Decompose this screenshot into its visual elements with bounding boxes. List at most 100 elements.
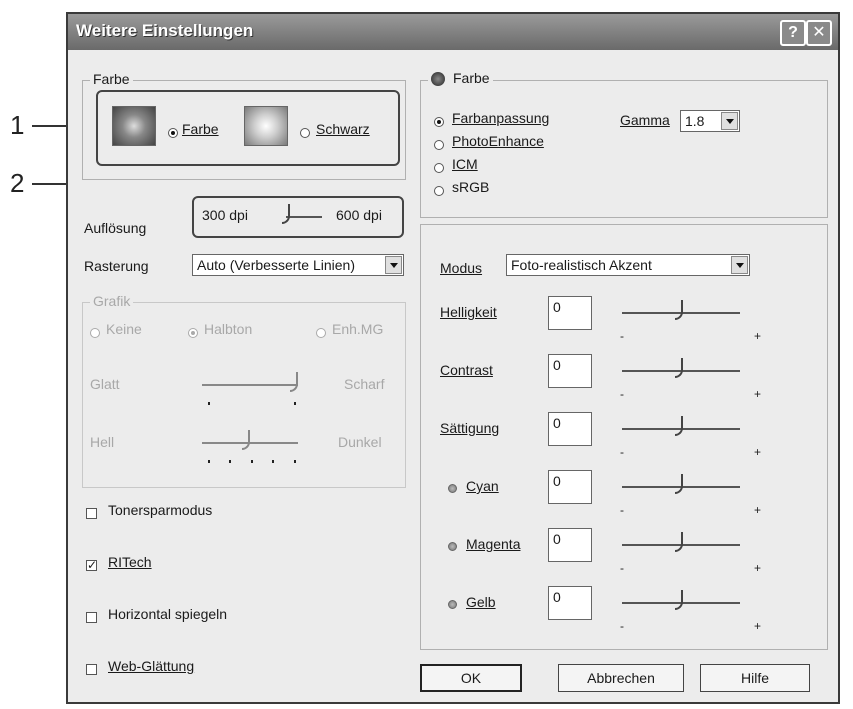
keine-radio[interactable] (90, 328, 100, 338)
plus-marker: + (754, 445, 762, 459)
color-settings-icon (431, 72, 445, 87)
hell-label: Hell (90, 434, 115, 450)
adjust-label: Helligkeit (440, 304, 497, 320)
grafik-group-legend: Grafik (90, 293, 134, 309)
ritech-label[interactable]: RITech (108, 554, 152, 570)
rasterung-select[interactable]: Auto (Verbesserte Linien) (192, 254, 404, 276)
chevron-down-icon[interactable] (731, 256, 748, 274)
icm-label[interactable]: ICM (452, 156, 478, 172)
minus-marker: - (620, 329, 624, 343)
glatt-label: Glatt (90, 376, 120, 392)
callout-2: 2 (10, 168, 25, 198)
dialog-client: Farbe Farbe Schwarz Auflösung 300 dpi 60… (68, 50, 838, 702)
minus-marker: - (620, 561, 624, 575)
plus-marker: + (754, 387, 762, 401)
farbe-group-legend: Farbe (90, 71, 133, 87)
adjust-value-field[interactable]: 0 (548, 528, 592, 562)
cancel-button[interactable]: Abbrechen (558, 664, 684, 692)
plus-marker: + (754, 561, 762, 575)
chevron-down-icon[interactable] (385, 256, 402, 274)
farbanpassung-radio[interactable] (434, 117, 444, 127)
minus-marker: - (620, 445, 624, 459)
help-button[interactable]: Hilfe (700, 664, 810, 692)
help-title-button[interactable]: ? (780, 20, 806, 46)
gamma-label: Gamma (620, 112, 670, 128)
farbe-radio[interactable] (168, 128, 178, 138)
color-group-legend: Farbe (428, 70, 493, 87)
enhmg-radio[interactable] (316, 328, 326, 338)
ritech-checkbox[interactable]: ✓ (86, 559, 97, 571)
color-group (420, 80, 828, 218)
gamma-value: 1.8 (685, 113, 705, 129)
rasterung-label: Rasterung (84, 258, 149, 274)
rasterung-value: Auto (Verbesserte Linien) (197, 257, 355, 273)
web-glaettung-label[interactable]: Web-Glättung (108, 658, 194, 674)
glatt-slider-track[interactable] (202, 384, 298, 386)
color-dot-icon (448, 600, 457, 609)
window-title: Weitere Einstellungen (76, 21, 254, 40)
color-dot-icon (448, 542, 457, 551)
adjustments-panel (420, 224, 828, 650)
dialog-window: Weitere Einstellungen ? ✕ Farbe Farbe Sc… (66, 12, 840, 704)
schwarz-radio[interactable] (300, 128, 310, 138)
adjust-value-field[interactable]: 0 (548, 412, 592, 446)
black-preview-icon (244, 106, 288, 146)
web-glaettung-checkbox[interactable] (86, 664, 97, 675)
aufloesung-slider-track[interactable] (286, 216, 322, 218)
minus-marker: - (620, 387, 624, 401)
adjust-value-field[interactable]: 0 (548, 470, 592, 504)
adjust-label: Gelb (466, 594, 496, 610)
tonersparmodus-checkbox[interactable] (86, 508, 97, 519)
callout-1: 1 (10, 110, 25, 140)
hell-tick (229, 460, 231, 463)
aufloesung-min-label: 300 dpi (202, 207, 248, 223)
modus-value: Foto-realistisch Akzent (511, 257, 652, 273)
schwarz-radio-label[interactable]: Schwarz (316, 121, 370, 137)
minus-marker: - (620, 619, 624, 633)
halbton-radio[interactable] (188, 328, 198, 338)
srgb-label[interactable]: sRGB (452, 179, 489, 195)
color-preview-icon (112, 106, 156, 146)
glatt-tick (294, 402, 296, 405)
plus-marker: + (754, 619, 762, 633)
color-dot-icon (448, 484, 457, 493)
modus-select[interactable]: Foto-realistisch Akzent (506, 254, 750, 276)
title-bar[interactable]: Weitere Einstellungen ? ✕ (68, 14, 838, 50)
horizontal-spiegeln-checkbox[interactable] (86, 612, 97, 623)
ok-button[interactable]: OK (420, 664, 522, 692)
hell-slider-track[interactable] (202, 442, 298, 444)
aufloesung-max-label: 600 dpi (336, 207, 382, 223)
horizontal-spiegeln-label[interactable]: Horizontal spiegeln (108, 606, 227, 622)
farbe-radio-label[interactable]: Farbe (182, 121, 219, 137)
enhmg-label[interactable]: Enh.MG (332, 321, 383, 337)
adjust-value-field[interactable]: 0 (548, 586, 592, 620)
hell-tick (272, 460, 274, 463)
modus-label: Modus (440, 260, 483, 276)
srgb-radio[interactable] (434, 186, 444, 196)
glatt-tick (208, 402, 210, 405)
adjust-value-field[interactable]: 0 (548, 354, 592, 388)
dunkel-label: Dunkel (338, 434, 382, 450)
hell-tick (294, 460, 296, 463)
farbanpassung-label[interactable]: Farbanpassung (452, 110, 549, 126)
color-legend-text: Farbe (453, 70, 490, 86)
adjust-value-field[interactable]: 0 (548, 296, 592, 330)
chevron-down-icon[interactable] (721, 112, 738, 130)
scharf-label: Scharf (344, 376, 385, 392)
plus-marker: + (754, 329, 762, 343)
close-button[interactable]: ✕ (806, 20, 832, 46)
keine-label[interactable]: Keine (106, 321, 142, 337)
hell-tick (208, 460, 210, 463)
gamma-select[interactable]: 1.8 (680, 110, 740, 132)
minus-marker: - (620, 503, 624, 517)
icm-radio[interactable] (434, 163, 444, 173)
plus-marker: + (754, 503, 762, 517)
tonersparmodus-label[interactable]: Tonersparmodus (108, 502, 212, 518)
adjust-label: Sättigung (440, 420, 500, 436)
photoenhance-radio[interactable] (434, 140, 444, 150)
aufloesung-label: Auflösung (84, 220, 147, 236)
hell-tick (251, 460, 253, 463)
photoenhance-label[interactable]: PhotoEnhance (452, 133, 544, 149)
adjust-label: Cyan (466, 478, 499, 494)
halbton-label[interactable]: Halbton (204, 321, 252, 337)
